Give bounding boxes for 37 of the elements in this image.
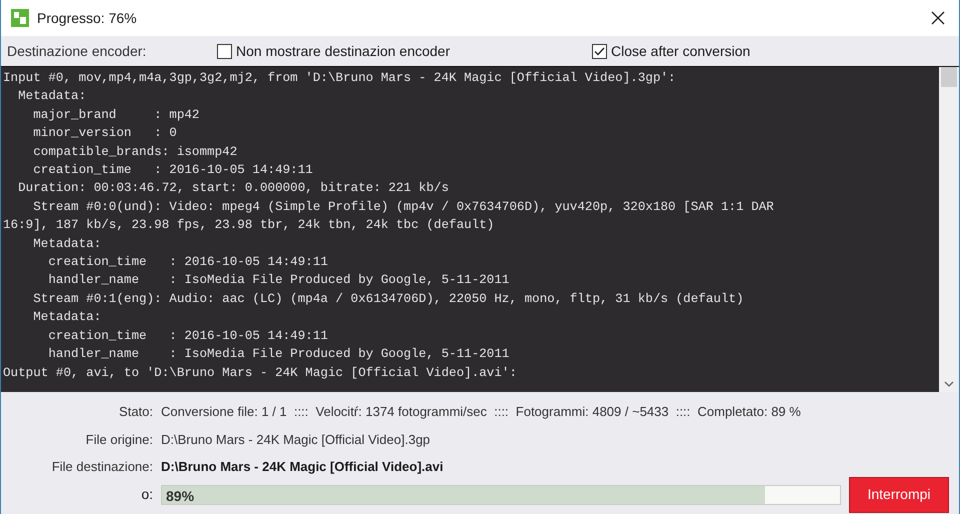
chevron-down-icon[interactable] [944,380,954,388]
console-line: Metadata: [32,309,102,326]
console-line: Input #0, mov,mp4,m4a,3gp,3g2,mj2, from 'D:\Bruno Mars - 24K Magic [Official Video].3gp': [3,70,677,87]
console-line: handler_name : IsoMedia File Produced by Google, 5-11-2011 [47,346,510,364]
console-line: handler_name : IsoMedia File Produced by Google, 5-11-2011 [47,272,510,290]
console-line: Output #0, avi, to 'D:\Bruno Mars - 24K Magic [Official Video].avi': [3,364,518,382]
console-line: minor_version : 0 [32,125,178,142]
console-line: creation_time : 2016-10-05 14:49:11 [47,254,329,272]
console-line: compatible_brands: isommp42 [32,144,238,161]
field-value: Conversione file: 1 / 1 :::: Velocitŕ: 1374 fotogrammi/sec :::: Fotogrammi: 4809 / ~5433 :::: Completato: 89 % [161,403,801,421]
console-line: Duration: 00:03:46.72, start: 0.000000, bitrate: 221 kb/s [17,180,450,198]
console-line: 16:9], 187 kb/s, 23.98 fps, 23.98 tbr, 24k tbn, 24k tbc (default) [3,217,496,234]
close-icon[interactable] [931,11,945,25]
scrollbar[interactable] [939,67,959,392]
checkbox[interactable] [592,44,607,58]
scrollbar-thumb[interactable] [941,67,957,87]
console-line: Stream #0:1(eng): Audio: aac (LC) (mp4a / 0x6134706D), 22050 Hz, mono, fltp, 31 kb/s (default) [32,290,745,308]
app-logo-icon [11,9,29,27]
stop-button[interactable]: Interrompi [849,476,949,512]
checkbox-label[interactable]: Non mostrare destinazion encoder [236,40,450,62]
checkbox-label[interactable]: Close after conversion [611,40,750,62]
field-label: File destinazione: [50,458,154,476]
window-title: Progresso: 76% [37,8,137,28]
console-line: creation_time : 2016-10-05 14:49:11 [47,328,329,345]
field-value: D:\Bruno Mars - 24K Magic [Official Video].avi [161,458,444,476]
console-line: Metadata: [17,88,88,106]
field-label: o: [140,485,154,504]
field-label: Destinazione encoder: [7,42,148,60]
checkbox[interactable] [217,44,232,58]
console-line: creation_time : 2016-10-05 14:49:11 [32,162,314,180]
field-value: D:\Bruno Mars - 24K Magic [Official Video].3gp [161,430,430,449]
console-line: Stream #0:0(und): Video: mpeg4 (Simple Profile) (mp4v / 0x7634706D), yuv420p, 320x180 [SAR 1:1 DAR [32,198,775,216]
console-line: Metadata: [32,236,102,253]
progress-percent: 89% [166,486,194,506]
console-line: major_brand : mp42 [32,106,200,124]
field-label: Stato: [118,403,154,421]
field-label: File origine: [84,430,154,449]
